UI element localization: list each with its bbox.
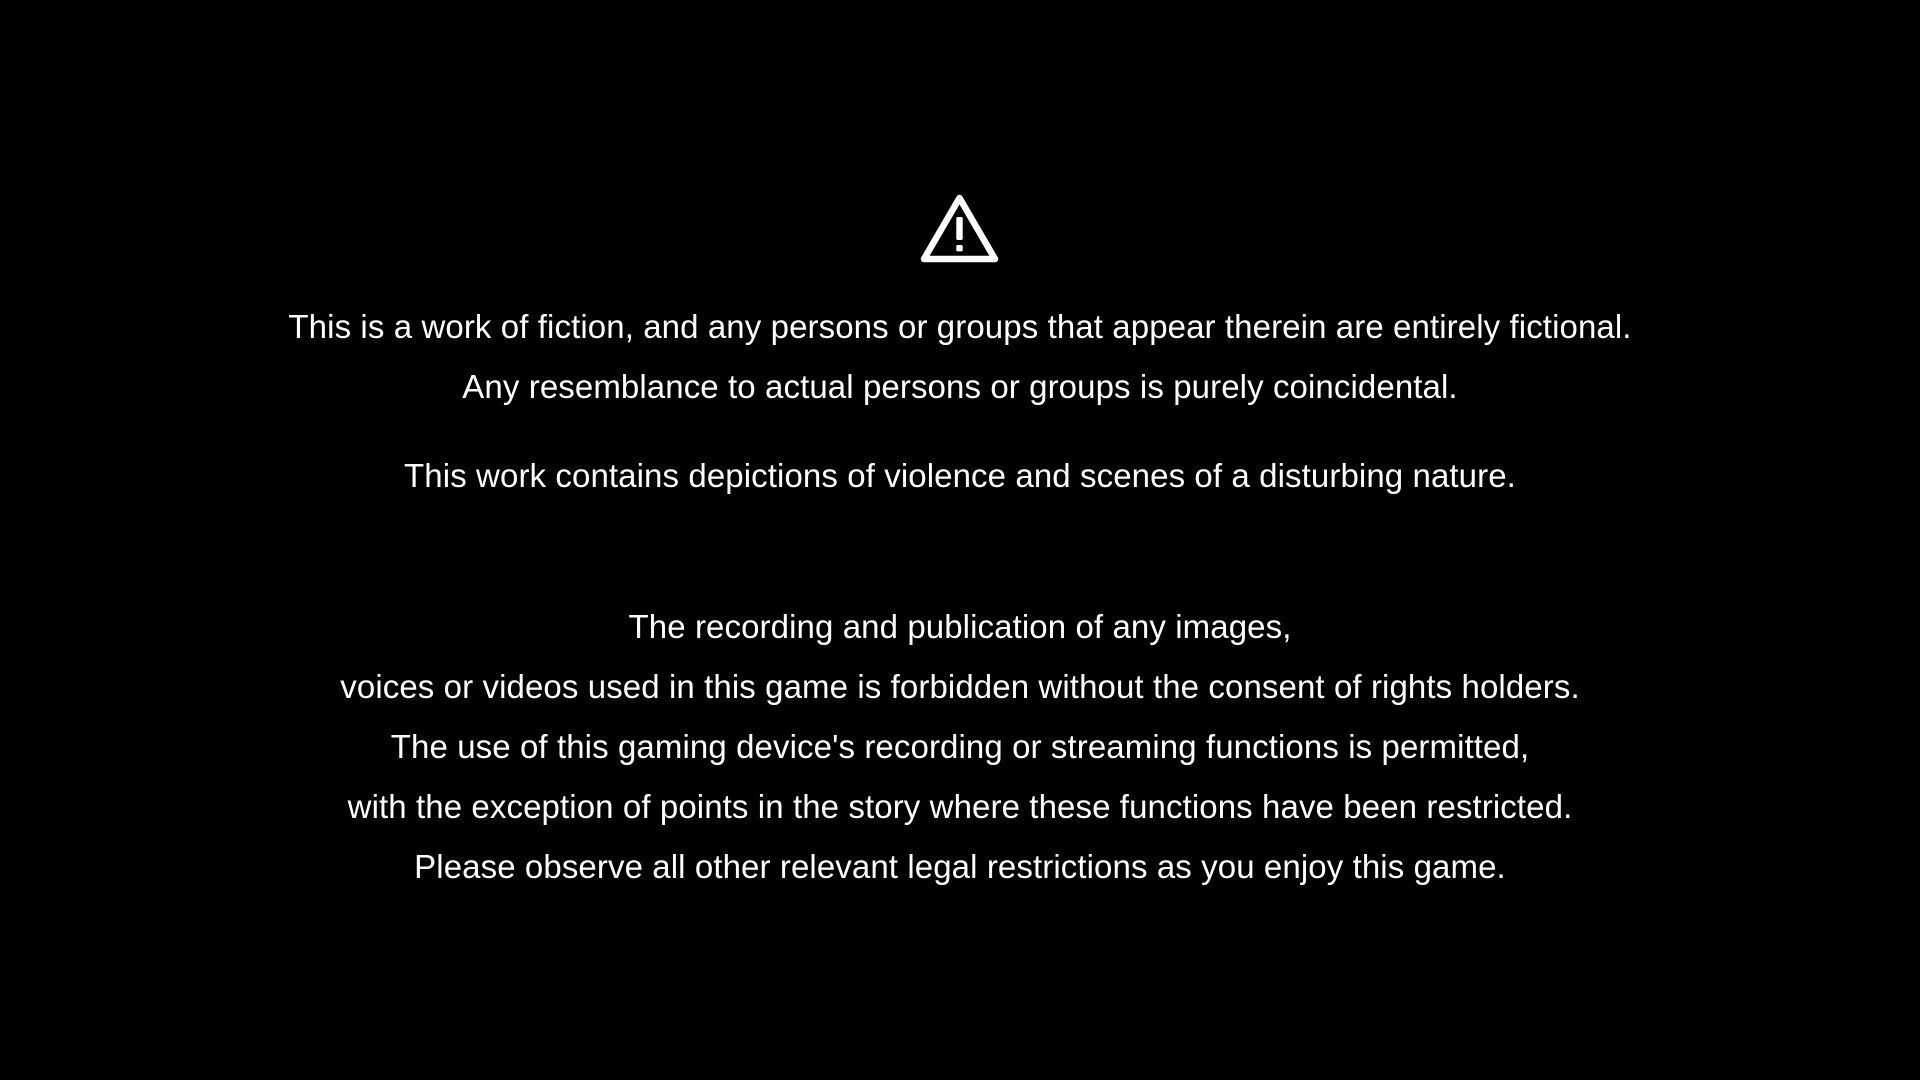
recording-notice-line-1: The recording and publication of any ima…: [628, 608, 1292, 645]
recording-notice-line-2: voices or videos used in this game is fo…: [340, 668, 1580, 705]
recording-notice-line-3: The use of this gaming device's recordin…: [390, 728, 1530, 765]
recording-notice-line-4: with the exception of points in the stor…: [347, 788, 1573, 825]
fiction-notice-line-2: Any resemblance to actual persons or gro…: [462, 368, 1458, 405]
recording-notice-line-5: Please observe all other relevant legal …: [414, 848, 1506, 885]
fiction-notice-line-1: This is a work of fiction, and any perso…: [288, 308, 1632, 345]
content-warning-line: This work contains depictions of violenc…: [404, 457, 1516, 494]
disclaimer-screen: This is a work of fiction, and any perso…: [0, 0, 1920, 1080]
warning-triangle-icon: [919, 192, 1000, 264]
